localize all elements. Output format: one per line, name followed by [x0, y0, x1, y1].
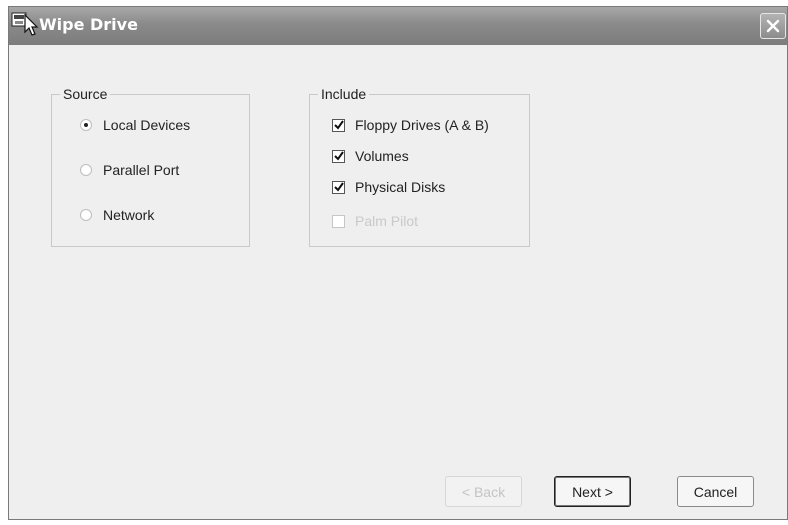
checkbox-label: Floppy Drives (A & B)	[355, 117, 489, 133]
radio-parallel-port[interactable]: Parallel Port	[80, 162, 179, 178]
wipe-drive-app-icon	[11, 12, 39, 36]
checkbox-volumes[interactable]: Volumes	[332, 148, 409, 164]
radio-button[interactable]	[80, 209, 92, 221]
checkbox-physical-disks[interactable]: Physical Disks	[332, 179, 445, 195]
radio-local-devices[interactable]: Local Devices	[80, 117, 190, 133]
source-group-label: Source	[60, 86, 111, 102]
close-icon	[766, 19, 780, 33]
checkbox-floppy-drives[interactable]: Floppy Drives (A & B)	[332, 117, 489, 133]
wipe-drive-dialog: Wipe Drive Source Local Devices Parallel…	[8, 6, 788, 520]
close-button[interactable]	[760, 13, 786, 39]
checkbox-label: Physical Disks	[355, 179, 446, 195]
radio-label: Network	[103, 207, 155, 223]
cancel-button[interactable]: Cancel	[677, 476, 754, 507]
checkmark-icon	[333, 120, 344, 130]
checkmark-icon	[333, 182, 344, 192]
checkbox-label: Palm Pilot	[355, 213, 419, 229]
checkbox-label: Volumes	[355, 148, 409, 164]
include-group-label: Include	[318, 86, 370, 102]
next-button[interactable]: Next >	[554, 476, 631, 507]
title-bar[interactable]: Wipe Drive	[9, 7, 787, 45]
radio-button-selected[interactable]	[80, 119, 92, 131]
checkbox[interactable]	[332, 180, 345, 194]
checkbox[interactable]	[332, 118, 345, 132]
source-group: Source Local Devices Parallel Port Netwo…	[51, 86, 250, 247]
checkbox-disabled	[332, 214, 345, 228]
back-button: < Back	[445, 476, 522, 507]
checkbox[interactable]	[332, 149, 345, 163]
radio-label: Local Devices	[103, 117, 191, 133]
window-title: Wipe Drive	[39, 15, 138, 34]
radio-network[interactable]: Network	[80, 207, 154, 223]
checkmark-icon	[333, 151, 344, 161]
radio-label: Parallel Port	[103, 162, 180, 178]
radio-button[interactable]	[80, 164, 92, 176]
include-group: Include Floppy Drives (A & B) Volumes Ph…	[309, 86, 530, 247]
checkbox-palm-pilot: Palm Pilot	[332, 213, 418, 229]
